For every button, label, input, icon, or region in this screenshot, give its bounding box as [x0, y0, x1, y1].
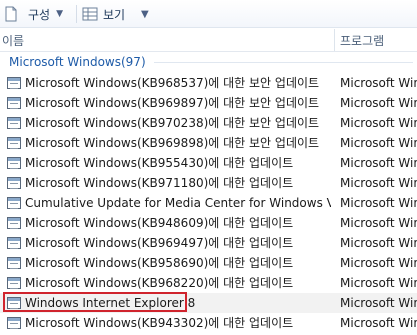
- item-name: Microsoft Windows(KB969497)에 대한 업데이트: [25, 236, 294, 250]
- list-item[interactable]: Microsoft Windows(KB968220)에 대한 업데이트 Mic…: [0, 273, 417, 293]
- item-program: Microsoft Windows: [340, 236, 417, 250]
- column-header-bar: 이름 프로그램: [0, 29, 417, 52]
- list-item[interactable]: Microsoft Windows(KB969897)에 대한 보안 업데이트 …: [0, 93, 417, 113]
- organize-label: 구성: [28, 7, 51, 22]
- list-item[interactable]: Cumulative Update for Media Center for W…: [0, 193, 417, 213]
- item-name: Microsoft Windows(KB968220)에 대한 업데이트: [25, 276, 294, 290]
- list-item-selected[interactable]: Windows Internet Explorer 8 Microsoft Wi…: [0, 293, 417, 313]
- item-name: Microsoft Windows(KB971180)에 대한 업데이트: [25, 176, 294, 190]
- chevron-down-icon: ▼: [141, 8, 149, 20]
- item-name: Microsoft Windows(KB943302)에 대한 업데이트: [25, 316, 294, 330]
- item-program: Microsoft Windows: [340, 316, 417, 330]
- update-package-icon: [7, 237, 21, 249]
- update-package-icon: [7, 257, 21, 269]
- update-package-icon: [7, 177, 21, 189]
- grid-view-icon: [82, 7, 98, 21]
- update-package-icon: [7, 157, 21, 169]
- list-item[interactable]: Microsoft Windows(KB948609)에 대한 업데이트 Mic…: [0, 213, 417, 233]
- list-item[interactable]: Microsoft Windows(KB958690)에 대한 업데이트 Mic…: [0, 253, 417, 273]
- toolbar-separator: [76, 5, 77, 23]
- item-name: Microsoft Windows(KB968537)에 대한 보안 업데이트: [25, 76, 320, 90]
- list-item[interactable]: Microsoft Windows(KB969898)에 대한 보안 업데이트 …: [0, 133, 417, 153]
- group-label: Microsoft Windows(97): [9, 55, 146, 69]
- item-program: Microsoft Windows: [340, 296, 417, 310]
- update-list: Microsoft Windows(KB968537)에 대한 보안 업데이트 …: [0, 73, 417, 333]
- document-icon: [5, 6, 17, 22]
- view-dropdown-button[interactable]: ▼: [141, 0, 149, 28]
- update-package-icon: [7, 317, 21, 329]
- update-package-icon: [7, 297, 21, 309]
- item-program: Microsoft Windows: [340, 196, 417, 210]
- view-button[interactable]: 보기: [82, 0, 125, 28]
- update-package-icon: [7, 217, 21, 229]
- toolbar: 구성 ▼ 보기 ▼: [0, 0, 417, 28]
- item-name: Microsoft Windows(KB969898)에 대한 보안 업데이트: [25, 136, 320, 150]
- view-label: 보기: [103, 7, 126, 22]
- column-header-name[interactable]: 이름: [2, 29, 24, 51]
- group-header[interactable]: Microsoft Windows(97): [9, 53, 417, 71]
- list-item[interactable]: Microsoft Windows(KB955430)에 대한 업데이트 Mic…: [0, 153, 417, 173]
- item-program: Microsoft Windows: [340, 276, 417, 290]
- group-divider-line: [153, 61, 413, 63]
- item-program: Microsoft Windows: [340, 96, 417, 110]
- item-name: Microsoft Windows(KB948609)에 대한 업데이트: [25, 216, 294, 230]
- update-package-icon: [7, 277, 21, 289]
- update-package-icon: [7, 77, 21, 89]
- item-program: Microsoft Windows: [340, 156, 417, 170]
- item-name: Windows Internet Explorer 8: [25, 296, 196, 310]
- list-item[interactable]: Microsoft Windows(KB969497)에 대한 업데이트 Mic…: [0, 233, 417, 253]
- column-header-program[interactable]: 프로그램: [340, 29, 384, 51]
- item-program: Microsoft Windows: [340, 76, 417, 90]
- chevron-down-icon: ▼: [56, 9, 64, 19]
- update-package-icon: [7, 117, 21, 129]
- item-name: Cumulative Update for Media Center for W…: [25, 196, 331, 210]
- list-item[interactable]: Microsoft Windows(KB971180)에 대한 업데이트 Mic…: [0, 173, 417, 193]
- item-name: Microsoft Windows(KB970238)에 대한 보안 업데이트: [25, 116, 320, 130]
- list-item[interactable]: Microsoft Windows(KB970238)에 대한 보안 업데이트 …: [0, 113, 417, 133]
- item-program: Microsoft Windows: [340, 176, 417, 190]
- item-name: Microsoft Windows(KB955430)에 대한 업데이트: [25, 156, 294, 170]
- item-program: Microsoft Windows: [340, 256, 417, 270]
- update-package-icon: [7, 137, 21, 149]
- organize-button[interactable]: 구성 ▼: [4, 0, 63, 28]
- update-package-icon: [7, 197, 21, 209]
- item-program: Microsoft Windows: [340, 116, 417, 130]
- list-item[interactable]: Microsoft Windows(KB968537)에 대한 보안 업데이트 …: [0, 73, 417, 93]
- item-program: Microsoft Windows: [340, 136, 417, 150]
- item-name: Microsoft Windows(KB958690)에 대한 업데이트: [25, 256, 294, 270]
- item-name: Microsoft Windows(KB969897)에 대한 보안 업데이트: [25, 96, 320, 110]
- item-program: Microsoft Windows: [340, 216, 417, 230]
- column-divider[interactable]: [334, 29, 335, 51]
- list-item[interactable]: Microsoft Windows(KB943302)에 대한 업데이트 Mic…: [0, 313, 417, 333]
- update-package-icon: [7, 97, 21, 109]
